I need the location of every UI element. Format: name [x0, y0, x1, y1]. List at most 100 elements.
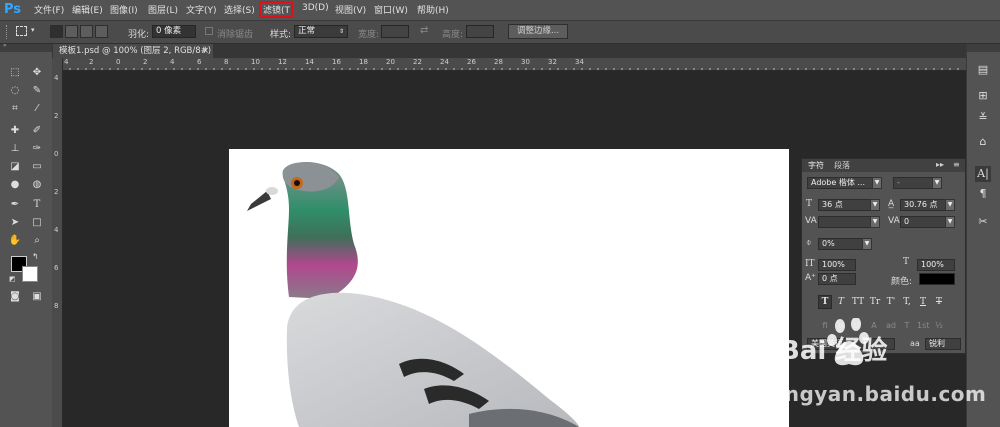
type-tool-icon[interactable]: T — [30, 198, 44, 212]
panel-menu-icon[interactable]: ≡ — [953, 160, 960, 169]
collapse-icon[interactable]: » — [3, 42, 7, 49]
clone-stamp-tool-icon[interactable]: ⊥ — [8, 142, 22, 156]
document-canvas[interactable] — [229, 149, 789, 427]
chevron-down-icon[interactable]: ▼ — [945, 216, 955, 228]
marquee-preset-icon[interactable] — [16, 26, 27, 36]
horizontal-scale-input[interactable]: 100% — [917, 259, 955, 271]
small-caps-button[interactable]: Tr — [868, 296, 882, 308]
chevron-down-icon[interactable]: ▼ — [932, 177, 942, 189]
screen-mode-icon[interactable]: ▣ — [30, 290, 44, 304]
subtract-selection-button[interactable] — [80, 25, 93, 38]
new-selection-button[interactable] — [50, 25, 63, 38]
menu-3d[interactable]: 3D(D) — [302, 3, 329, 13]
menu-bar: Ps 文件(F) 编辑(E) 图像(I) 图层(L) 文字(Y) 选择(S) 滤… — [0, 0, 1000, 21]
width-input[interactable] — [381, 25, 409, 38]
collapse-panel-icon[interactable]: ▸▸ — [936, 160, 944, 169]
chevron-down-icon[interactable]: ▼ — [862, 238, 872, 250]
underline-button[interactable]: T — [917, 296, 929, 308]
swap-icon[interactable]: ⇄ — [420, 25, 428, 36]
history-panel-icon[interactable]: ▤ — [975, 62, 991, 78]
leading-icon: A̲ — [888, 199, 895, 209]
vertical-scale-input[interactable]: 100% — [818, 259, 856, 271]
antialias-checkbox[interactable] — [205, 27, 213, 35]
intersect-selection-button[interactable] — [95, 25, 108, 38]
tsume-input[interactable]: 0% — [818, 238, 864, 250]
superscript-button[interactable]: T' — [885, 296, 897, 308]
layers-panel-icon[interactable]: ⌂ — [975, 134, 991, 150]
ruler-top-label: 4 — [170, 58, 175, 66]
document-tab[interactable]: 模板1.psd @ 100% (图层 2, RGB/8#) × — [53, 44, 213, 58]
pigeon-image — [247, 162, 579, 427]
brush-tool-icon[interactable]: ✐ — [30, 124, 44, 138]
chevron-down-icon[interactable]: ▼ — [870, 199, 880, 211]
photoshop-logo[interactable]: Ps — [4, 1, 22, 18]
tools-preset-icon[interactable]: ✂ — [975, 214, 991, 230]
gradient-tool-icon[interactable]: ▭ — [30, 160, 44, 174]
text-color-swatch[interactable] — [919, 273, 955, 285]
baseline-shift-input[interactable]: 0 点 — [818, 273, 856, 285]
adjustments-panel-icon[interactable]: ≚ — [975, 110, 991, 126]
ruler-top-label: 20 — [386, 58, 395, 66]
height-input[interactable] — [466, 25, 494, 38]
add-selection-button[interactable] — [65, 25, 78, 38]
pen-tool-icon[interactable]: ✒ — [8, 198, 22, 212]
kerning-input[interactable] — [818, 216, 872, 228]
height-label: 高度: — [442, 30, 464, 40]
menu-help[interactable]: 帮助(H) — [417, 3, 449, 16]
zoom-tool-icon[interactable]: ⌕ — [30, 234, 44, 248]
history-brush-tool-icon[interactable]: ✑ — [30, 142, 44, 156]
path-selection-tool-icon[interactable]: ➤ — [8, 216, 22, 230]
paragraph-panel-icon[interactable]: ¶ — [975, 186, 991, 202]
lasso-tool-icon[interactable]: ◌ — [8, 84, 22, 98]
font-family-select[interactable]: Adobe 楷体 ... — [807, 177, 874, 189]
eraser-tool-icon[interactable]: ◪ — [8, 160, 22, 174]
dodge-tool-icon[interactable]: ◍ — [30, 178, 44, 192]
leading-input[interactable]: 30.76 点 — [900, 199, 946, 211]
marquee-tool-icon[interactable]: ⬚ — [8, 66, 22, 80]
menu-image[interactable]: 图像(I) — [110, 3, 138, 16]
faux-italic-button[interactable]: T — [835, 296, 847, 308]
ruler-left-label: 8 — [54, 302, 59, 310]
properties-panel-icon[interactable]: ⊞ — [975, 88, 991, 104]
menu-layer[interactable]: 图层(L) — [148, 3, 178, 16]
font-style-select[interactable]: - — [893, 177, 935, 189]
tab-character[interactable]: 字符 — [808, 160, 824, 171]
blur-tool-icon[interactable]: ● — [8, 178, 22, 192]
chevron-down-icon[interactable]: ▼ — [870, 216, 880, 228]
menu-view[interactable]: 视图(V) — [335, 3, 366, 16]
menu-edit[interactable]: 编辑(E) — [72, 3, 103, 16]
tab-paragraph[interactable]: 段落 — [834, 160, 850, 171]
menu-file[interactable]: 文件(F) — [34, 3, 64, 16]
style-select[interactable]: 正常 ⇕ — [294, 25, 348, 38]
character-panel-icon[interactable]: A| — [975, 166, 991, 182]
feather-input[interactable]: 0 像素 — [152, 25, 196, 38]
ruler-top-label: 2 — [89, 58, 94, 66]
eyedropper-tool-icon[interactable]: ⁄ — [30, 102, 44, 116]
close-tab-icon[interactable]: × — [202, 44, 209, 58]
menu-window[interactable]: 窗口(W) — [374, 3, 408, 16]
strikethrough-button[interactable]: T — [933, 296, 945, 308]
move-tool-icon[interactable]: ✥ — [30, 66, 44, 80]
healing-brush-tool-icon[interactable]: ✚ — [8, 124, 22, 138]
refine-edge-button[interactable]: 调整边缘... — [508, 24, 568, 39]
quick-mask-icon[interactable]: ◙ — [8, 290, 22, 304]
all-caps-button[interactable]: TT — [851, 296, 865, 308]
font-size-input[interactable]: 36 点 — [818, 199, 872, 211]
subscript-button[interactable]: T, — [901, 296, 913, 308]
background-color-swatch[interactable] — [22, 266, 38, 282]
menu-select[interactable]: 选择(S) — [224, 3, 255, 16]
baidu-watermark: Bai 经验 — [780, 317, 970, 388]
menu-type[interactable]: 文字(Y) — [186, 3, 217, 16]
default-colors-icon[interactable]: ◩ — [9, 275, 16, 283]
rectangle-tool-icon[interactable]: □ — [30, 216, 44, 230]
chevron-down-icon[interactable]: ▾ — [31, 26, 35, 34]
hand-tool-icon[interactable]: ✋ — [8, 234, 22, 248]
quick-selection-tool-icon[interactable]: ✎ — [30, 84, 44, 98]
crop-tool-icon[interactable]: ⌗ — [8, 102, 22, 116]
chevron-down-icon[interactable]: ▼ — [872, 177, 882, 189]
tracking-input[interactable]: 0 — [900, 216, 946, 228]
swap-colors-icon[interactable]: ↰ — [32, 252, 39, 261]
chevron-down-icon[interactable]: ▼ — [945, 199, 955, 211]
faux-bold-button[interactable]: T — [819, 296, 831, 308]
updown-icon: ⇕ — [338, 28, 344, 35]
